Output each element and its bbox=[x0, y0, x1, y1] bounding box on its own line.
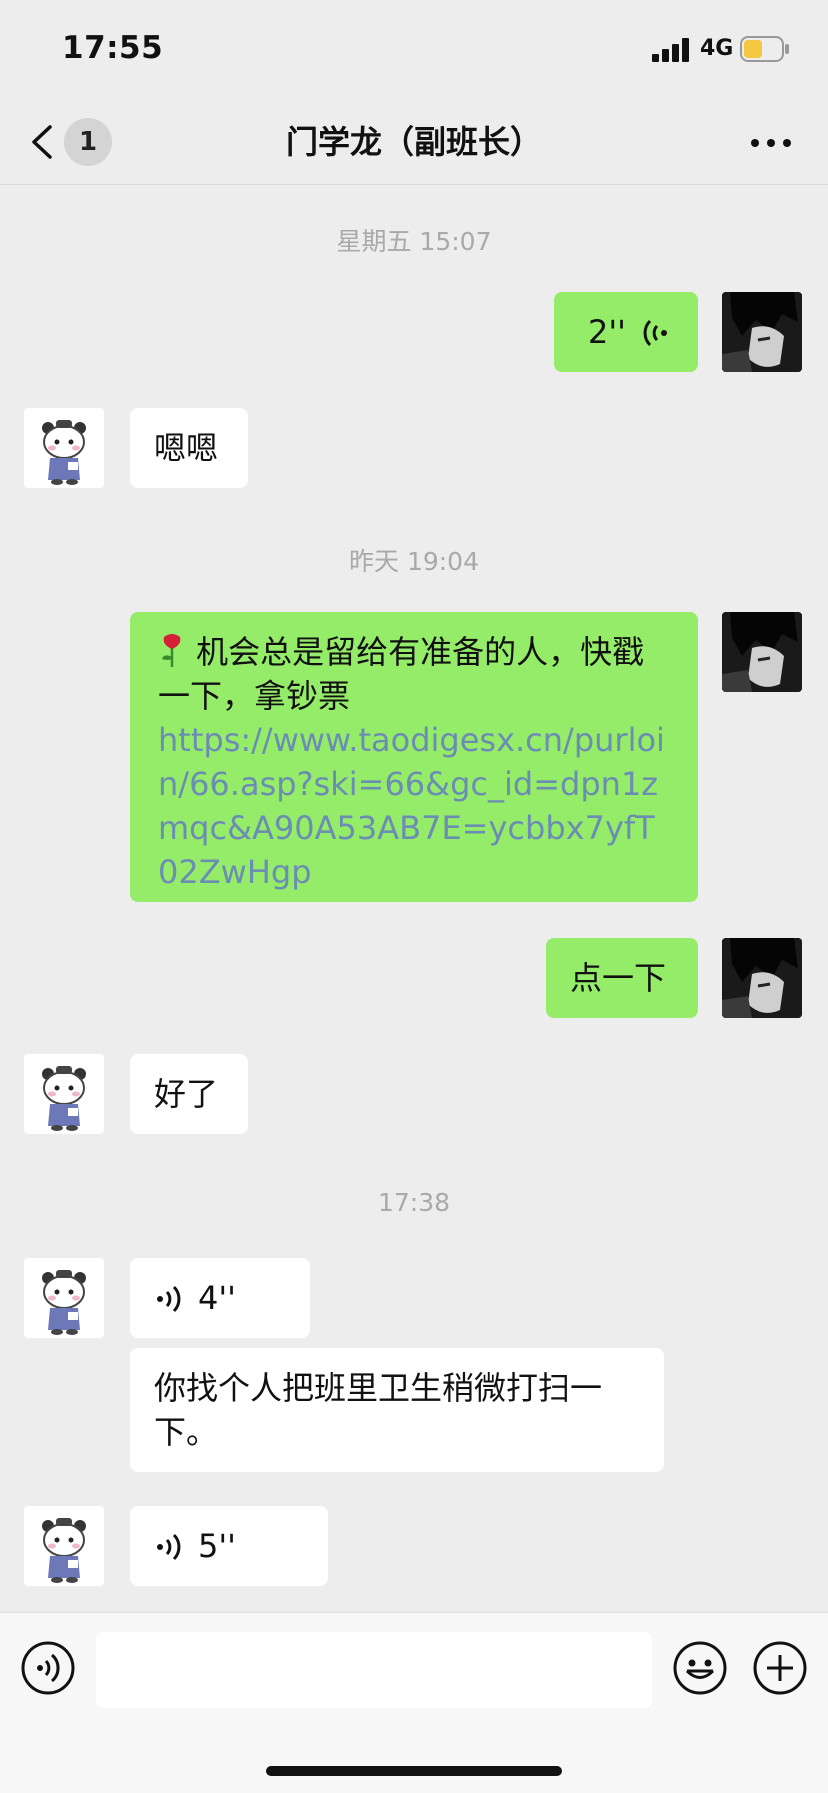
voice-input-icon[interactable] bbox=[20, 1640, 76, 1696]
link-message-bubble[interactable]: 机会总是留给有准备的人，快戳一下，拿钞票 https://www.taodige… bbox=[130, 612, 698, 902]
chat-title: 门学龙（副班长） bbox=[285, 123, 542, 161]
voice-message-bubble[interactable]: 4'' bbox=[130, 1258, 310, 1338]
voice-wave-icon bbox=[643, 319, 667, 347]
my-avatar[interactable] bbox=[722, 612, 802, 692]
add-icon[interactable] bbox=[752, 1640, 808, 1696]
more-icon[interactable] bbox=[748, 131, 794, 155]
contact-avatar[interactable] bbox=[24, 1258, 104, 1338]
panda-avatar-icon bbox=[24, 1054, 104, 1134]
text-message-bubble[interactable]: 嗯嗯 bbox=[130, 408, 248, 488]
panda-avatar-icon bbox=[24, 1506, 104, 1586]
panda-avatar-icon bbox=[24, 408, 104, 488]
voice-duration: 2'' bbox=[588, 313, 626, 351]
rose-icon bbox=[158, 633, 196, 671]
message-text: 机会总是留给有准备的人，快戳一下，拿钞票 bbox=[158, 633, 645, 715]
text-message-bubble[interactable]: 好了 bbox=[130, 1054, 248, 1134]
message-text: 点一下 bbox=[570, 959, 667, 997]
message-link[interactable]: https://www.taodigesx.cn/purloin/66.asp?… bbox=[158, 718, 674, 894]
panda-avatar-icon bbox=[24, 1258, 104, 1338]
timestamp: 昨天 19:04 bbox=[349, 547, 479, 576]
emoji-icon[interactable] bbox=[672, 1640, 728, 1696]
voice-wave-icon bbox=[157, 1533, 181, 1561]
timestamp: 星期五 15:07 bbox=[336, 227, 492, 256]
my-avatar[interactable] bbox=[722, 938, 802, 1018]
anime-avatar-icon bbox=[722, 938, 802, 1018]
message-input[interactable] bbox=[96, 1632, 652, 1708]
signal-icon bbox=[652, 38, 689, 62]
contact-avatar[interactable] bbox=[24, 1506, 104, 1586]
my-avatar[interactable] bbox=[722, 292, 802, 372]
voice-message-bubble[interactable]: 2'' bbox=[554, 292, 698, 372]
message-text: 好了 bbox=[154, 1075, 219, 1113]
timestamp: 17:38 bbox=[377, 1188, 451, 1217]
voice-duration: 4'' bbox=[198, 1279, 236, 1317]
text-message-bubble[interactable]: 点一下 bbox=[546, 938, 698, 1018]
anime-avatar-icon bbox=[722, 292, 802, 372]
voice-wave-icon bbox=[157, 1285, 181, 1313]
contact-avatar[interactable] bbox=[24, 408, 104, 488]
home-indicator bbox=[266, 1766, 562, 1776]
message-text: 嗯嗯 bbox=[154, 429, 219, 467]
voice-message-bubble[interactable]: 5'' bbox=[130, 1506, 328, 1586]
message-text: 你找个人把班里卫生稍微打扫一下。 bbox=[154, 1369, 603, 1451]
voice-duration: 5'' bbox=[198, 1527, 236, 1565]
anime-avatar-icon bbox=[722, 612, 802, 692]
contact-avatar[interactable] bbox=[24, 1054, 104, 1134]
battery-icon bbox=[740, 36, 789, 62]
status-time: 17:55 bbox=[62, 30, 164, 66]
text-message-bubble[interactable]: 你找个人把班里卫生稍微打扫一下。 bbox=[130, 1348, 664, 1472]
network-label: 4G bbox=[700, 36, 734, 61]
